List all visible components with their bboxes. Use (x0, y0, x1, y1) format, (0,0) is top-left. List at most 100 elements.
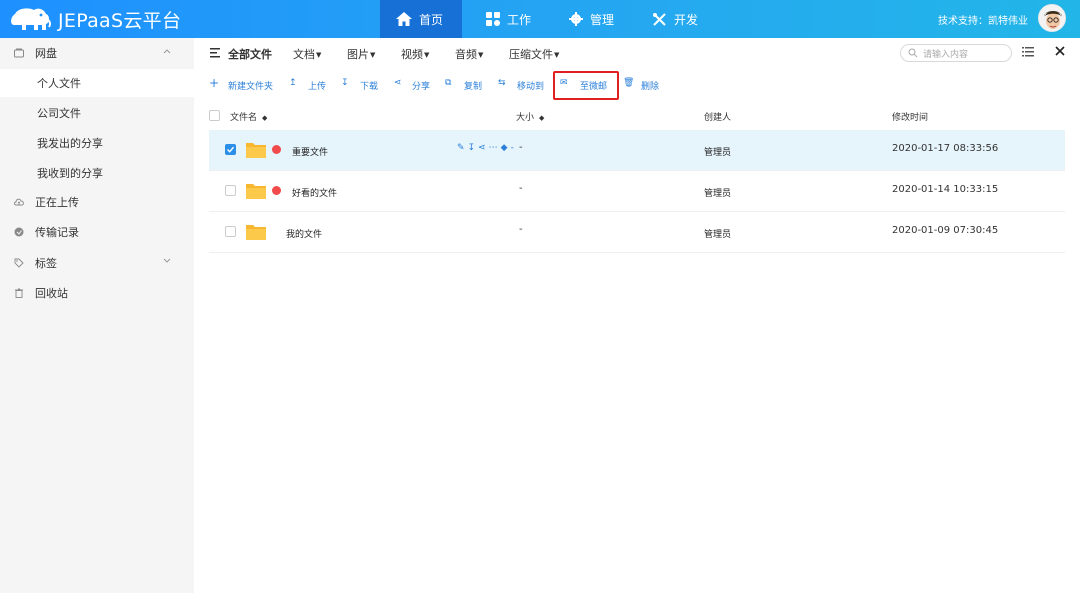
nav-develop[interactable]: 开发 (636, 0, 712, 38)
caret-down-icon: ▼ (424, 51, 430, 59)
move-to-button[interactable]: 移动到 (517, 79, 544, 92)
close-icon[interactable] (1054, 45, 1066, 57)
all-files-label[interactable]: 全部文件 (228, 46, 272, 62)
top-bar: JEPaaS云平台 首页 工作 管理 开发 技术支持：凯特伟业 (0, 0, 1080, 38)
folder-icon (246, 184, 266, 199)
sidebar-item-label: 正在上传 (35, 196, 79, 209)
download-icon: ↧ (341, 78, 349, 88)
caret-down-icon: ▼ (370, 51, 376, 59)
delete-button[interactable]: 删除 (641, 79, 659, 92)
nav-manage[interactable]: 管理 (553, 0, 628, 38)
copy-button[interactable]: 复制 (464, 79, 482, 92)
sidebar-item-company-files[interactable]: 公司文件 (0, 99, 194, 127)
edit-icon[interactable]: ✎ (457, 143, 465, 153)
sidebar-item-uploading[interactable]: 正在上传 (0, 188, 194, 216)
folder-icon (246, 225, 266, 240)
tools-icon (653, 12, 666, 26)
sidebar-item-tags[interactable]: 标签 (0, 249, 194, 277)
upload-button[interactable]: 上传 (308, 79, 326, 92)
table-row[interactable]: 我的文件 - 管理员 2020-01-09 07:30:45 (209, 212, 1065, 253)
disk-icon (14, 48, 24, 58)
table-row[interactable]: 重要文件 ✎ ↧ ⋖ ⋯ ◆ - - 管理员 2020-01-17 08:33:… (209, 130, 1065, 171)
cloud-upload-icon (14, 198, 24, 206)
support-text: 技术支持：凯特伟业 (938, 16, 1028, 27)
home-icon (396, 12, 412, 26)
select-all-checkbox[interactable] (209, 110, 220, 121)
row-tools-suffix: - (510, 143, 514, 153)
table-row[interactable]: 好看的文件 - 管理员 2020-01-14 10:33:15 (209, 171, 1065, 212)
more-icon[interactable]: ⋯ (489, 143, 498, 153)
search-input[interactable]: 请输入内容 (900, 44, 1012, 62)
nav-develop-label: 开发 (674, 12, 699, 27)
elephant-logo-icon (11, 8, 51, 31)
header-label: 文件名 (230, 113, 258, 123)
header-mtime: 修改时间 (892, 113, 929, 123)
menu-icon[interactable] (210, 48, 220, 58)
tag-icon (14, 258, 24, 268)
app-logo[interactable]: JEPaaS云平台 (8, 4, 181, 34)
plus-icon: + (209, 76, 220, 90)
row-checkbox[interactable] (225, 226, 236, 237)
file-size: - (519, 142, 523, 153)
download-icon[interactable]: ↧ (468, 143, 476, 153)
highlight-annotation-box (553, 71, 619, 100)
upload-icon: ↥ (289, 78, 297, 88)
file-size: - (519, 183, 523, 194)
caret-down-icon: ▼ (554, 51, 560, 59)
category-label: 图片 (347, 48, 369, 61)
sidebar-item-label: 回收站 (35, 287, 68, 300)
nav-home-label: 首页 (419, 12, 444, 27)
gear-icon (569, 12, 584, 26)
file-mtime: 2020-01-09 07:30:45 (892, 225, 999, 236)
caret-down-icon: ▼ (316, 51, 322, 59)
sort-icon: ◆ (539, 114, 545, 122)
download-button[interactable]: 下载 (360, 79, 378, 92)
row-checkbox[interactable] (225, 185, 236, 196)
app-title: JEPaaS云平台 (58, 9, 182, 32)
sidebar-item-label: 传输记录 (35, 226, 79, 239)
sidebar-item-my-shares[interactable]: 我发出的分享 (0, 129, 194, 157)
transfer-icon (14, 227, 24, 237)
file-name[interactable]: 重要文件 (292, 145, 328, 158)
header-creator: 创建人 (704, 113, 732, 123)
chevron-down-icon[interactable] (163, 258, 171, 264)
file-name[interactable]: 我的文件 (286, 227, 322, 240)
header-name[interactable]: 文件名 ◆ (230, 110, 267, 123)
sidebar-item-label: 我发出的分享 (37, 137, 103, 150)
caret-down-icon: ▼ (478, 51, 484, 59)
share-button[interactable]: 分享 (412, 79, 430, 92)
new-folder-button[interactable]: 新建文件夹 (228, 79, 273, 92)
category-label: 视频 (401, 48, 423, 61)
copy-icon: ⧉ (445, 78, 452, 88)
nav-home[interactable]: 首页 (380, 0, 462, 38)
trash-icon: 🗑 (623, 78, 635, 88)
sidebar-item-personal-files[interactable]: 个人文件 (0, 69, 194, 97)
category-archives[interactable]: 压缩文件▼ (509, 46, 559, 62)
sidebar-item-transfer-log[interactable]: 传输记录 (0, 218, 194, 246)
row-checkbox[interactable] (225, 144, 236, 155)
sidebar-item-netdisk[interactable]: 网盘 (0, 39, 194, 67)
avatar-face-icon (1039, 5, 1065, 31)
sidebar-item-received-shares[interactable]: 我收到的分享 (0, 159, 194, 187)
user-avatar[interactable] (1038, 4, 1066, 32)
sidebar-item-recycle-bin[interactable]: 回收站 (0, 279, 194, 307)
sidebar-item-label: 网盘 (35, 47, 57, 60)
category-audio[interactable]: 音频▼ (455, 46, 483, 62)
category-images[interactable]: 图片▼ (347, 46, 375, 62)
share-icon[interactable]: ⋖ (478, 143, 486, 153)
action-bar: + 新建文件夹 ↥ 上传 ↧ 下载 ⋖ 分享 ⧉ 复制 ⇆ 移动到 ✉ 至微邮 … (194, 70, 1080, 98)
search-icon (908, 48, 918, 58)
file-creator: 管理员 (704, 148, 732, 158)
list-view-icon[interactable] (1022, 47, 1034, 57)
nav-work[interactable]: 工作 (470, 0, 545, 38)
tag-icon[interactable]: ◆ (501, 143, 508, 153)
file-name[interactable]: 好看的文件 (292, 186, 337, 199)
red-tag-dot (272, 145, 281, 154)
file-size: - (519, 224, 523, 235)
chevron-up-icon[interactable] (163, 48, 171, 54)
category-videos[interactable]: 视频▼ (401, 46, 429, 62)
sidebar: 网盘 个人文件 公司文件 我发出的分享 我收到的分享 正在上传 传输记录 标签 … (0, 38, 194, 593)
red-tag-dot (272, 186, 281, 195)
header-size[interactable]: 大小 ◆ (516, 110, 544, 123)
category-docs[interactable]: 文档▼ (293, 46, 321, 62)
